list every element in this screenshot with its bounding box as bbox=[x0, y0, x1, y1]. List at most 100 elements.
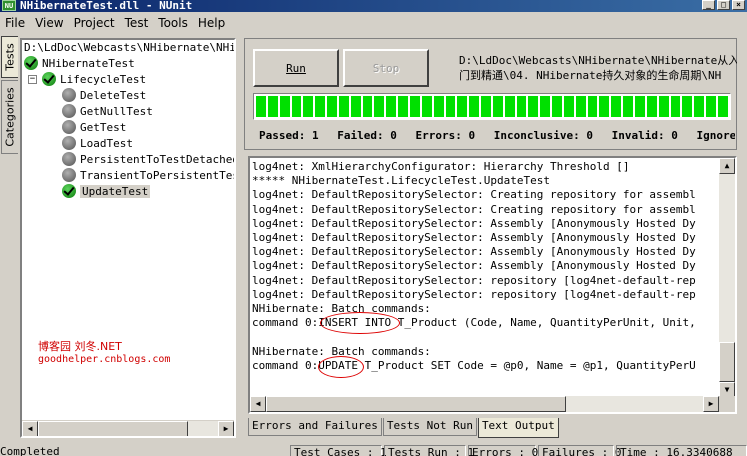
progress-segment bbox=[587, 96, 598, 117]
progress-segment bbox=[256, 96, 266, 117]
tree-node-test[interactable]: GetTest bbox=[62, 119, 126, 135]
scroll-thumb[interactable] bbox=[266, 396, 566, 412]
scroll-right-icon[interactable]: ▶ bbox=[703, 396, 719, 412]
stop-button: Stop bbox=[343, 49, 429, 87]
tree-node-test[interactable]: PersistentToTestDetached bbox=[62, 151, 236, 167]
tree-horizontal-scrollbar[interactable]: ◀ ▶ bbox=[22, 420, 234, 436]
output-line: NHibernate: Batch commands: bbox=[252, 302, 431, 316]
maximize-button[interactable]: □ bbox=[717, 0, 730, 10]
text-output-pane[interactable]: log4net: XmlHierarchyConfigurator: Hiera… bbox=[248, 156, 737, 414]
scroll-left-icon[interactable]: ◀ bbox=[250, 396, 266, 412]
output-line: NHibernate: Batch commands: bbox=[252, 344, 431, 358]
tree-node-test[interactable]: GetNullTest bbox=[62, 103, 153, 119]
scroll-up-icon[interactable]: ▲ bbox=[719, 158, 735, 174]
minimize-button[interactable]: _ bbox=[702, 0, 715, 10]
tree-node-label: PersistentToTestDetached bbox=[80, 152, 236, 166]
menu-file[interactable]: File bbox=[2, 15, 32, 30]
close-button[interactable]: × bbox=[732, 0, 745, 10]
output-line: log4net: DefaultRepositorySelector: Asse… bbox=[252, 259, 696, 273]
progress-segment bbox=[457, 96, 468, 117]
progress-segment bbox=[635, 96, 645, 117]
progress-segment bbox=[279, 96, 290, 117]
output-line: ***** NHibernateTest.LifecycleTest.Updat… bbox=[252, 174, 551, 188]
tab-categories-label: Categories bbox=[3, 87, 17, 147]
output-line: log4net: DefaultRepositorySelector: Crea… bbox=[252, 202, 696, 216]
progress-segment bbox=[315, 96, 326, 117]
errors-count: Errors: 0 bbox=[415, 129, 476, 142]
scroll-left-icon[interactable]: ◀ bbox=[22, 421, 38, 436]
status-bar: Completed Test Cases : 1 Tests Run : 1 E… bbox=[0, 445, 747, 456]
failed-count: Failed: 0 bbox=[337, 129, 397, 142]
not-run-icon bbox=[62, 152, 76, 166]
status-text: Completed bbox=[0, 445, 60, 456]
progress-segment bbox=[386, 96, 397, 117]
output-horizontal-scrollbar[interactable]: ◀ ▶ bbox=[250, 396, 719, 412]
menu-view[interactable]: View bbox=[32, 15, 70, 30]
tree-node-label: TransientToPersistentTest bbox=[80, 168, 236, 182]
progress-segment bbox=[492, 96, 503, 117]
tab-errors-and-failures[interactable]: Errors and Failures bbox=[248, 418, 382, 436]
menu-help[interactable]: Help bbox=[195, 15, 232, 30]
highlight-circle-update bbox=[318, 356, 364, 378]
highlight-circle-insert bbox=[320, 312, 400, 334]
tree-node-label: LifecycleTest bbox=[60, 72, 147, 86]
watermark-line2: goodhelper.cnblogs.com bbox=[38, 354, 171, 365]
title-bar: NU NHibernateTest.dll - NUnit _ □ × bbox=[0, 0, 747, 12]
tree-node-label: GetTest bbox=[80, 120, 127, 134]
output-line: log4net: DefaultRepositorySelector: repo… bbox=[252, 287, 696, 301]
output-vertical-scrollbar[interactable]: ▲ ▼ bbox=[719, 158, 735, 398]
tree-node-test[interactable]: LoadTest bbox=[62, 135, 133, 151]
output-log: log4net: XmlHierarchyConfigurator: Hiera… bbox=[252, 160, 718, 373]
passed-icon bbox=[24, 56, 38, 70]
passed-icon bbox=[62, 184, 76, 198]
collapse-icon[interactable]: − bbox=[28, 75, 37, 84]
tree-node-root[interactable]: NHibernateTest bbox=[24, 55, 135, 71]
progress-segment bbox=[267, 96, 278, 117]
tree-node-test-selected[interactable]: UpdateTest bbox=[62, 183, 151, 199]
menu-tools[interactable]: Tools bbox=[155, 15, 195, 30]
tree-node-test[interactable]: TransientToPersistentTest bbox=[62, 167, 236, 183]
not-run-icon bbox=[62, 120, 76, 134]
progress-segment bbox=[409, 96, 420, 117]
progress-segment bbox=[717, 96, 728, 117]
tab-tests-label: Tests bbox=[3, 43, 17, 71]
tab-categories[interactable]: Categories bbox=[1, 80, 18, 154]
menu-test[interactable]: Test bbox=[122, 15, 156, 30]
run-button[interactable]: Run bbox=[253, 49, 339, 87]
assembly-path-line1: D:\LdDoc\Webcasts\NHibernate\NHibernate从… bbox=[459, 54, 737, 67]
progress-segment bbox=[706, 96, 716, 117]
tree-node-label: GetNullTest bbox=[80, 104, 153, 118]
progress-segment bbox=[575, 96, 586, 117]
test-tree[interactable]: D:\LdDoc\Webcasts\NHibernate\NHibernateT… bbox=[20, 38, 236, 438]
assembly-path: D:\LdDoc\Webcasts\NHibernate\NHibernate从… bbox=[459, 53, 737, 83]
watermark-line1: 博客园 刘冬.NET bbox=[38, 340, 122, 353]
progress-segment bbox=[646, 96, 657, 117]
tree-node-test[interactable]: DeleteTest bbox=[62, 87, 146, 103]
progress-segment bbox=[528, 96, 539, 117]
side-tabs: Tests Categories bbox=[0, 36, 19, 440]
progress-segment bbox=[540, 96, 551, 117]
tree-node-fixture[interactable]: LifecycleTest bbox=[42, 71, 146, 87]
progress-segment bbox=[350, 96, 361, 117]
tab-text-output[interactable]: Text Output bbox=[477, 418, 559, 438]
tree-node-label: UpdateTest bbox=[80, 184, 151, 198]
status-time: Time : 16.3340688 bbox=[616, 445, 747, 456]
not-run-icon bbox=[62, 88, 76, 102]
result-tabs: Errors and Failures Tests Not Run Text O… bbox=[248, 418, 560, 438]
tab-tests-not-run[interactable]: Tests Not Run bbox=[382, 418, 477, 436]
inconclusive-count: Inconclusive: 0 bbox=[493, 129, 594, 142]
progress-bar bbox=[253, 93, 731, 120]
scroll-thumb[interactable] bbox=[38, 421, 188, 436]
scroll-corner bbox=[719, 396, 735, 412]
menu-project[interactable]: Project bbox=[71, 15, 122, 30]
status-failures: Failures : 0 bbox=[538, 445, 621, 456]
scroll-right-icon[interactable]: ▶ bbox=[218, 421, 234, 436]
scroll-thumb[interactable] bbox=[719, 342, 735, 382]
stop-button-label: Stop bbox=[372, 61, 400, 75]
not-run-icon bbox=[62, 136, 76, 150]
tree-node-label: LoadTest bbox=[80, 136, 133, 150]
tab-tests[interactable]: Tests bbox=[1, 36, 18, 78]
progress-segment bbox=[338, 96, 349, 117]
output-line: log4net: DefaultRepositorySelector: Asse… bbox=[252, 245, 696, 259]
window-controls: _ □ × bbox=[702, 0, 745, 10]
